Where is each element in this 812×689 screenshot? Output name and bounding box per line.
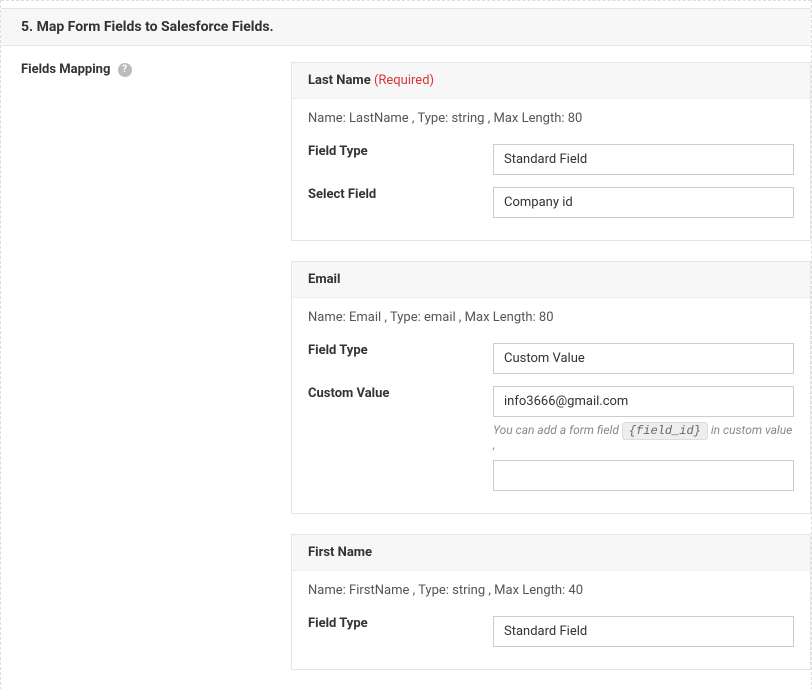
required-label: (Required) — [371, 73, 434, 88]
field-type-label: Field Type — [308, 616, 493, 631]
step-header: 5. Map Form Fields to Salesforce Fields. — [1, 8, 811, 46]
mapping-block-first-name: First Name Name: FirstName , Type: strin… — [291, 534, 811, 670]
field-type-select[interactable] — [493, 616, 794, 647]
help-icon[interactable]: ? — [118, 63, 132, 77]
custom-value-hint: You can add a form field {field_id} in c… — [493, 423, 794, 452]
block-header: Last Name (Required) — [292, 63, 810, 99]
select-field-select[interactable] — [493, 187, 794, 218]
field-type-label: Field Type — [308, 144, 493, 159]
mapping-block-email: Email Name: Email , Type: email , Max Le… — [291, 261, 811, 514]
mapping-block-last-name: Last Name (Required) Name: LastName , Ty… — [291, 62, 811, 241]
step-title: 5. Map Form Fields to Salesforce Fields. — [21, 19, 791, 35]
extra-value-input[interactable] — [493, 460, 794, 491]
field-meta: Name: Email , Type: email , Max Length: … — [308, 310, 794, 325]
block-header: Email — [292, 262, 810, 298]
field-type-select[interactable] — [493, 343, 794, 374]
custom-value-input[interactable] — [493, 386, 794, 417]
field-meta: Name: LastName , Type: string , Max Leng… — [308, 111, 794, 126]
fields-mapping-label: Fields Mapping — [21, 62, 110, 77]
field-type-select[interactable] — [493, 144, 794, 175]
field-meta: Name: FirstName , Type: string , Max Len… — [308, 583, 794, 598]
code-chip: {field_id} — [622, 422, 708, 440]
select-field-label: Select Field — [308, 187, 493, 202]
custom-value-label: Custom Value — [308, 386, 493, 401]
field-type-label: Field Type — [308, 343, 493, 358]
block-title: Last Name — [308, 73, 371, 88]
block-title: Email — [308, 272, 340, 287]
block-header: First Name — [292, 535, 810, 571]
block-title: First Name — [308, 545, 372, 560]
